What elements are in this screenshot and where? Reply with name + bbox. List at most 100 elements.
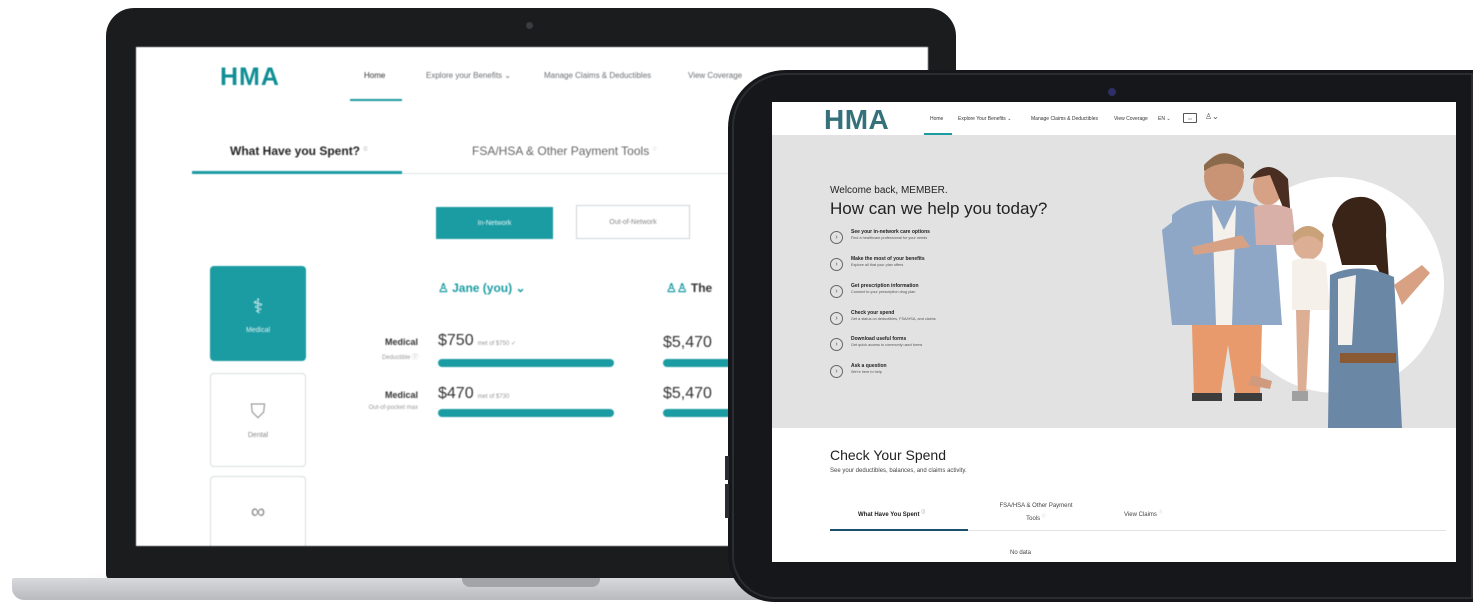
tab-active-indicator [192, 171, 402, 174]
row-label: Medical [384, 390, 418, 400]
quick-link-title: See your in-network care options [851, 229, 930, 235]
language-selector[interactable]: EN ⌄ [1158, 116, 1171, 122]
chevron-right-icon: › [830, 365, 843, 378]
chevron-right-icon: › [830, 285, 843, 298]
nav-view-coverage[interactable]: View Coverage [1114, 116, 1148, 122]
section-subtitle: See your deductibles, balances, and clai… [830, 468, 967, 474]
section-title: Check Your Spend [830, 447, 946, 463]
dental-card[interactable]: ⛉ Dental [210, 373, 306, 467]
in-network-button[interactable]: In-Network [436, 207, 553, 239]
chevron-right-icon: › [830, 231, 843, 244]
tab-fsa-hsa[interactable]: FSA/HSA & Other Payment Tools ⓘ [472, 144, 657, 158]
tablet-camera [1108, 88, 1116, 96]
person-selector[interactable]: ♙ Jane (you) ⌄ [438, 281, 526, 295]
tab-fsa-hsa[interactable]: FSA/HSA & Other Payment Tools ⓘ [996, 502, 1076, 524]
amount-value: $750 [438, 332, 474, 349]
quick-link-subtitle: Connect to your prescription drug plan [851, 290, 916, 294]
hero-banner: Welcome back, MEMBER. How can we help yo… [772, 135, 1456, 428]
vision-card[interactable]: ∞ [210, 476, 306, 546]
quick-link-check-spend[interactable]: › Check your spend Get a status on deduc… [830, 310, 1030, 330]
user-icon: ♙ [438, 281, 453, 295]
medical-card[interactable]: ⚕ Medical [210, 266, 306, 361]
quick-link-title: Ask a question [851, 363, 887, 369]
tablet-screen: HMA Home Explore Your Benefits ⌄ Manage … [772, 102, 1456, 562]
hma-logo[interactable]: HMA [220, 63, 280, 92]
deductible-amount: $750 met of $750 ✓ [438, 332, 516, 350]
info-icon[interactable]: ⓘ [653, 146, 657, 151]
nav-home[interactable]: Home [930, 116, 943, 122]
tab-active-indicator [830, 529, 968, 531]
quick-link-subtitle: Find a healthcare professional for your … [851, 236, 928, 240]
amount-detail: met of $750 ✓ [477, 341, 516, 347]
info-icon[interactable]: ⓘ [1042, 513, 1046, 518]
stethoscope-icon: ⚕ [252, 295, 264, 318]
chevron-right-icon: › [830, 338, 843, 351]
laptop-camera [526, 22, 533, 29]
family-selector[interactable]: ♙♙ The [666, 281, 712, 295]
quick-link-subtitle: Get a status on deductibles, FSA/HSA, an… [851, 317, 936, 321]
nav-explore-benefits[interactable]: Explore Your Benefits ⌄ [958, 116, 1011, 122]
card-label: Dental [247, 432, 269, 439]
family-icon: ♙♙ [666, 281, 691, 295]
laptop-notch [462, 578, 600, 587]
nav-active-indicator [350, 99, 402, 101]
tab-label: FSA/HSA & Other Payment Tools [999, 503, 1073, 522]
quick-link-title: Check your spend [851, 310, 895, 316]
quick-link-ask[interactable]: › Ask a question We're here to help [830, 363, 1030, 383]
nav-view-coverage[interactable]: View Coverage [688, 71, 742, 80]
user-menu-icon[interactable]: ♙⌄ [1205, 112, 1219, 121]
tab-label: What Have You Spent [858, 512, 920, 518]
hero-headline: How can we help you today? [830, 199, 1048, 218]
id-card-icon[interactable]: ▭ [1183, 113, 1197, 123]
row-label: Medical [384, 337, 418, 347]
tab-label: View Claims [1124, 512, 1157, 518]
tab-view-claims[interactable]: View Claims ⓘ [1124, 509, 1163, 518]
out-of-network-button[interactable]: Out-of-Network [576, 205, 690, 239]
nav-explore-benefits[interactable]: Explore your Benefits ⌄ [426, 71, 511, 80]
amount-detail: met of $730 [477, 394, 510, 400]
hma-logo[interactable]: HMA [824, 104, 889, 136]
family-deductible-amount: $5,470 [663, 334, 712, 351]
tablet-side-button [725, 456, 729, 480]
info-icon[interactable]: ⓘ [363, 146, 367, 151]
quick-link-subtitle: Get quick access to commonly used forms [851, 343, 923, 347]
quick-link-subtitle: We're here to help [851, 370, 882, 374]
nav-home[interactable]: Home [364, 71, 385, 80]
deductible-progress-bar [438, 359, 614, 367]
amount-value: $470 [438, 385, 474, 402]
quick-link-benefits[interactable]: › Make the most of your benefits Explore… [830, 256, 1030, 276]
chevron-right-icon: › [830, 312, 843, 325]
tab-what-have-you-spent[interactable]: What Have you Spent? ⓘ [230, 144, 367, 158]
info-icon[interactable]: ⓘ [921, 509, 925, 514]
tab-label: What Have you Spent? [230, 144, 361, 158]
chevron-right-icon: › [830, 258, 843, 271]
tab-label: FSA/HSA & Other Payment Tools [472, 144, 650, 158]
glasses-icon: ∞ [250, 500, 266, 523]
card-label: Medical [245, 326, 271, 334]
nav-manage-claims[interactable]: Manage Claims & Deductibles [1031, 116, 1098, 122]
quick-link-subtitle: Explore all that your plan offers [851, 263, 904, 267]
family-oop-amount: $5,470 [663, 385, 712, 402]
quick-link-title: Download useful forms [851, 336, 907, 342]
empty-state-text: No data [1010, 550, 1032, 556]
device-mockup-stage: HMA Home Explore your Benefits ⌄ Manage … [0, 0, 1473, 602]
tablet-side-button [725, 484, 729, 518]
welcome-text: Welcome back, MEMBER. [830, 185, 948, 196]
oop-amount: $470 met of $730 [438, 385, 509, 403]
tab-what-have-you-spent[interactable]: What Have You Spent ⓘ [858, 509, 925, 518]
quick-link-prescription[interactable]: › Get prescription information Connect t… [830, 283, 1030, 303]
row-sublabel: Out-of-pocket max [368, 405, 418, 411]
quick-link-in-network[interactable]: › See your in-network care options Find … [830, 229, 1030, 249]
person-name: Jane (you) ⌄ [452, 281, 526, 295]
quick-link-title: Get prescription information [851, 283, 919, 289]
family-name: The [690, 281, 713, 295]
site-header: HMA Home Explore Your Benefits ⌄ Manage … [772, 102, 1456, 135]
oop-progress-bar [438, 409, 614, 417]
tooth-icon: ⛉ [250, 401, 266, 423]
family-photo [1162, 153, 1430, 428]
quick-link-title: Make the most of your benefits [851, 256, 925, 262]
info-icon[interactable]: ⓘ [1159, 509, 1163, 514]
row-sublabel: Deductible ⓘ [381, 355, 418, 361]
nav-manage-claims[interactable]: Manage Claims & Deductibles [544, 71, 651, 80]
quick-link-forms[interactable]: › Download useful forms Get quick access… [830, 336, 1030, 356]
